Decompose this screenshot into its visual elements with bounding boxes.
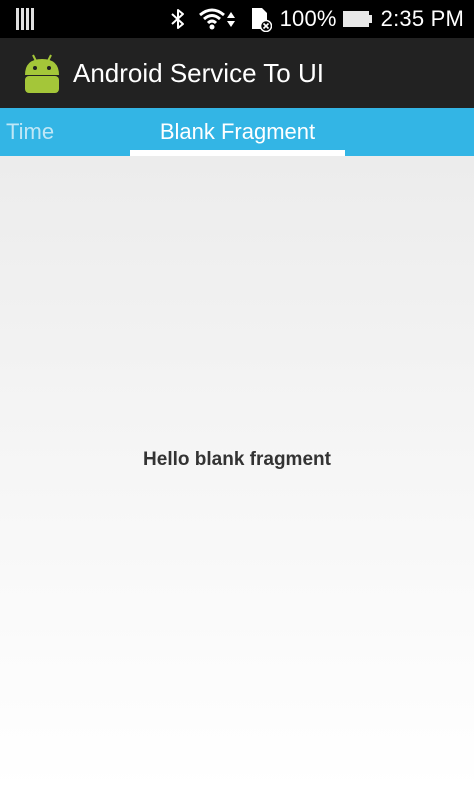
tab-blank-fragment[interactable]: Blank Fragment	[130, 108, 345, 156]
sd-card-icon	[248, 6, 272, 32]
app-title: Android Service To UI	[73, 58, 324, 88]
tab-strip: Time Blank Fragment	[0, 108, 474, 156]
sim-card-icon	[16, 8, 36, 30]
tab-time[interactable]: Time	[6, 108, 54, 156]
fragment-content: Hello blank fragment	[0, 156, 474, 790]
wifi-icon	[198, 8, 226, 30]
clock: 2:35 PM	[380, 6, 464, 31]
status-icons: 100% 2:35 PM	[170, 0, 464, 38]
data-arrows-icon	[226, 8, 236, 30]
bluetooth-icon	[170, 7, 186, 31]
battery-icon	[342, 8, 373, 30]
hello-message: Hello blank fragment	[143, 449, 331, 470]
status-bar: 100% 2:35 PM	[0, 0, 474, 38]
android-robot-icon[interactable]	[20, 51, 64, 95]
battery-percent: 100%	[279, 6, 337, 31]
action-bar: Android Service To UI	[0, 38, 474, 108]
